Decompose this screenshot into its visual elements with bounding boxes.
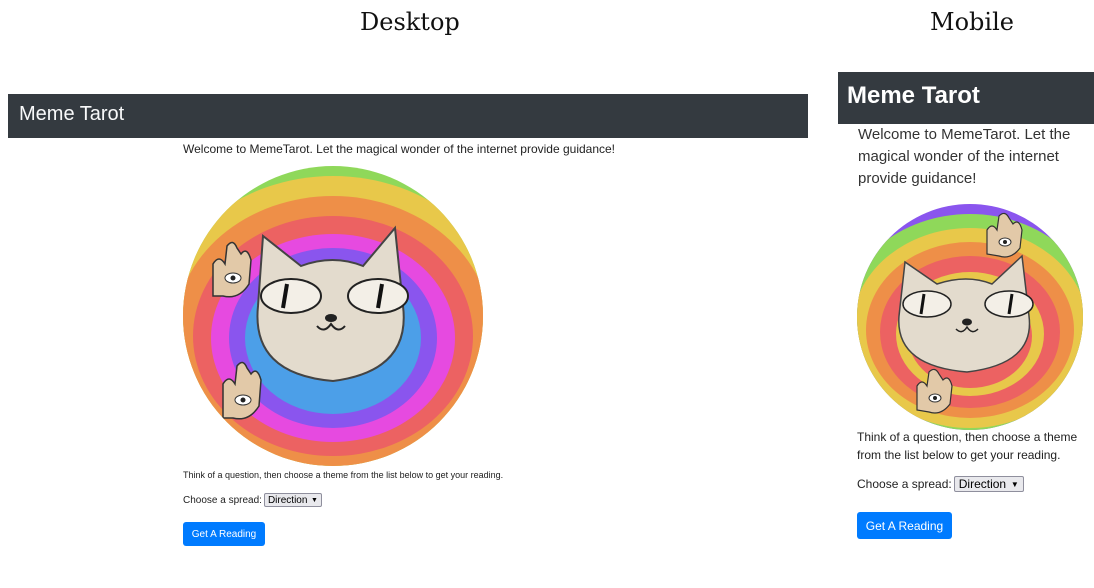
- welcome-text: Welcome to MemeTarot. Let the magical wo…: [858, 126, 1071, 187]
- navbar-brand[interactable]: Meme Tarot: [19, 103, 124, 126]
- spread-row: Choose a spread: Direction ▼: [183, 493, 322, 507]
- instructions-text: Think of a question, then choose a theme…: [183, 470, 504, 480]
- welcome-text: Welcome to MemeTarot. Let the magical wo…: [183, 142, 616, 156]
- spread-select[interactable]: Direction ▼: [953, 476, 1024, 492]
- spread-label: Choose a spread:: [857, 477, 952, 491]
- chevron-down-icon: ▼: [1010, 479, 1019, 489]
- tarot-card-image: [857, 204, 1083, 430]
- mobile-caption: Mobile: [930, 8, 1014, 36]
- spread-select[interactable]: Direction ▼: [263, 493, 322, 507]
- spread-select-value: Direction: [267, 494, 308, 506]
- instructions-text: Think of a question, then choose a theme…: [857, 430, 1078, 462]
- navbar: Meme Tarot: [838, 72, 1094, 124]
- desktop-caption: Desktop: [360, 8, 460, 36]
- navbar: Meme Tarot: [8, 94, 808, 138]
- mobile-screenshot: Meme Tarot Welcome to MemeTarot. Let the…: [838, 72, 1094, 572]
- spread-select-value: Direction: [958, 477, 1007, 491]
- spread-row: Choose a spread: Direction ▼: [857, 476, 1024, 492]
- tarot-card-image: [183, 166, 483, 466]
- spread-label: Choose a spread:: [183, 494, 262, 506]
- desktop-screenshot: Meme Tarot Welcome to MemeTarot. Let the…: [8, 94, 808, 564]
- navbar-brand[interactable]: Meme Tarot: [847, 82, 980, 110]
- get-reading-button[interactable]: Get A Reading: [183, 522, 265, 546]
- get-reading-button[interactable]: Get A Reading: [857, 512, 952, 539]
- chevron-down-icon: ▼: [311, 496, 318, 504]
